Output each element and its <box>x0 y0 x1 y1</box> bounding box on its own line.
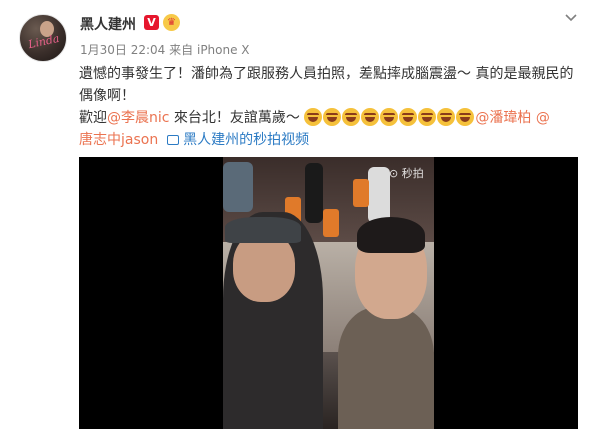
laughing-emoji-icon <box>323 108 342 126</box>
member-crown-icon[interactable]: ♛ <box>163 14 180 31</box>
content-line-1: 遺憾的事發生了！潘帥為了跟服務人員拍照，差點摔成腦震盪～ 真的是最親民的 <box>79 66 574 82</box>
avatar-signature-logo: Linda <box>26 31 61 52</box>
laughing-emoji-icon <box>342 108 361 126</box>
laughing-emoji-icon <box>304 108 323 126</box>
video-link[interactable]: 黑人建州的秒拍视频 <box>167 132 309 148</box>
background-person-left <box>223 162 253 212</box>
verified-v-icon[interactable]: V <box>144 15 159 30</box>
orange-chair <box>353 179 369 207</box>
username-link[interactable]: 黑人建州 <box>80 14 136 34</box>
avatar[interactable]: Linda <box>19 14 67 62</box>
chevron-down-icon[interactable] <box>564 11 578 25</box>
video-frame[interactable]: ⊙ 秒拍 <box>223 157 434 429</box>
post-time-link[interactable]: 1月30日 22:04 <box>80 43 165 57</box>
mention-li-chen[interactable]: @李晨nic <box>107 110 169 126</box>
post-content: 遺憾的事發生了！潘帥為了跟服務人員拍照，差點摔成腦震盪～ 真的是最親民的 偶像啊… <box>79 63 579 151</box>
video-link-label: 黑人建州的秒拍视频 <box>183 132 310 148</box>
device-source-link[interactable]: iPhone X <box>197 43 250 57</box>
post-meta: 1月30日 22:04 来自 iPhone X <box>80 41 250 58</box>
video-link-icon <box>167 135 180 145</box>
mention-pan-weibo[interactable]: @潘瑋柏 <box>475 110 531 126</box>
welcome-text: 歡迎 <box>79 110 107 126</box>
mention-at-sign[interactable]: @ <box>536 110 550 126</box>
emoji-group <box>304 108 475 126</box>
background-person-right <box>368 167 390 223</box>
mention-tang-zhizhong[interactable]: 唐志中jason <box>79 132 158 148</box>
background-person-center <box>305 163 323 223</box>
content-line-3: 歡迎@李晨nic 來台北！友誼萬歲～ @潘瑋柏 @ <box>79 107 579 129</box>
source-prefix: 来自 <box>169 43 194 57</box>
person-right-hair <box>357 217 425 253</box>
laughing-emoji-icon <box>437 108 456 126</box>
laughing-emoji-icon <box>418 108 437 126</box>
weibo-post: Linda 黑人建州 V ♛ 1月30日 22:04 来自 iPhone X 遺… <box>0 0 592 429</box>
laughing-emoji-icon <box>456 108 475 126</box>
video-player[interactable]: ⊙ 秒拍 <box>79 157 578 429</box>
person-right-body <box>338 307 434 429</box>
orange-chair <box>323 209 339 237</box>
laughing-emoji-icon <box>380 108 399 126</box>
laughing-emoji-icon <box>361 108 380 126</box>
content-line-4: 唐志中jason 黑人建州的秒拍视频 <box>79 129 579 151</box>
video-watermark: ⊙ 秒拍 <box>389 167 424 180</box>
welcome-text-2: 來台北！友誼萬歲～ <box>169 110 305 126</box>
laughing-emoji-icon <box>399 108 418 126</box>
person-left-cap <box>225 217 301 243</box>
content-line-2: 偶像啊！ <box>79 88 135 104</box>
